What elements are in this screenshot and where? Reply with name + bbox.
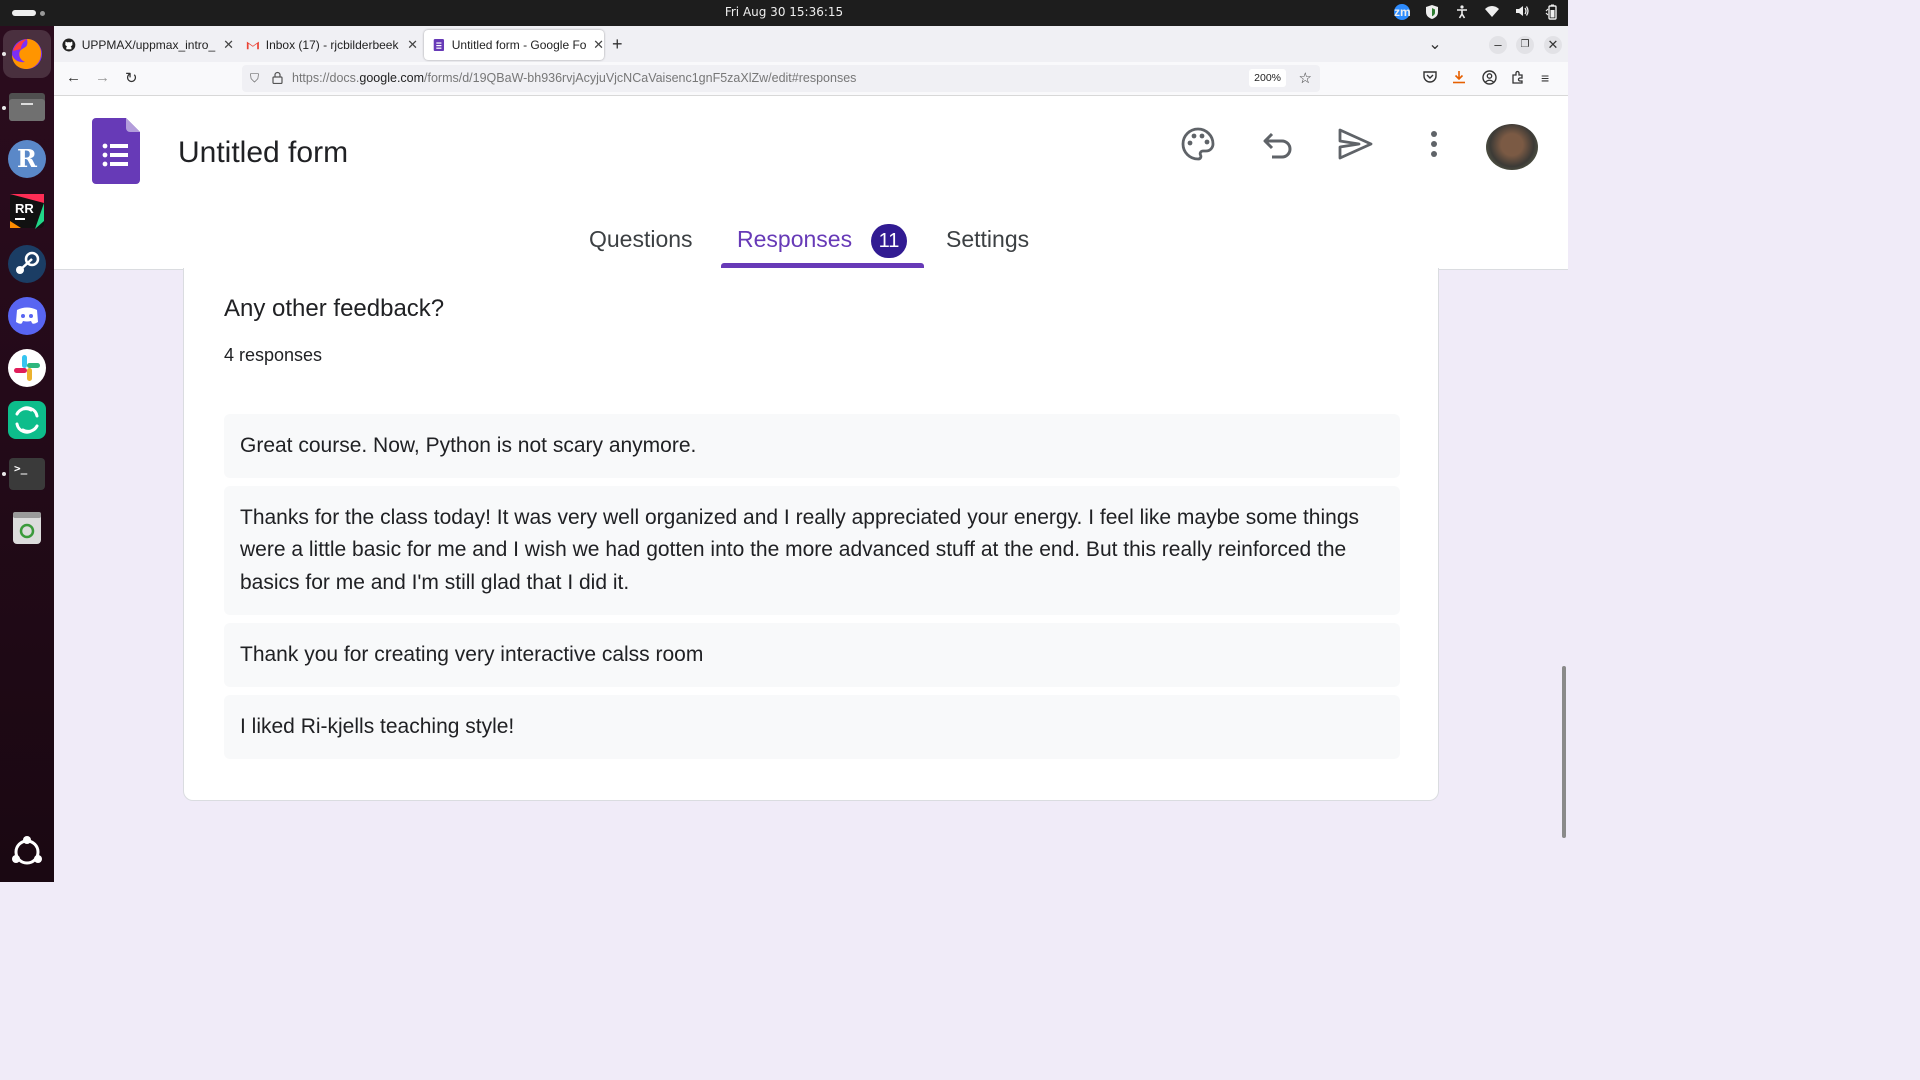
send-icon[interactable] bbox=[1337, 126, 1373, 162]
tab-label: Untitled form - Google Fo bbox=[451, 38, 587, 52]
dock-terminal[interactable]: >_ bbox=[7, 454, 47, 494]
forward-arrow-icon[interactable]: → bbox=[95, 69, 110, 86]
close-window-button[interactable]: ✕ bbox=[1544, 36, 1562, 54]
response-count: 4 responses bbox=[224, 345, 323, 365]
browser-tab-bar: UPPMAX/uppmax_intro_ ✕ Inbox (17) - rjcb… bbox=[54, 26, 1568, 62]
svg-text:R: R bbox=[17, 144, 38, 173]
minimize-button[interactable]: – bbox=[1489, 36, 1507, 54]
dock-show-apps[interactable] bbox=[7, 832, 47, 872]
terminal-icon: >_ bbox=[9, 458, 45, 490]
question-summary-card: Any other feedback? 4 responses Great co… bbox=[183, 268, 1439, 801]
tab-questions[interactable]: Questions bbox=[589, 226, 693, 253]
dock-firefox[interactable] bbox=[3, 30, 51, 78]
response-item: I liked Ri-kjells teaching style! bbox=[224, 695, 1400, 759]
forms-icon bbox=[433, 38, 445, 52]
tab-label: Inbox (17) - rjcbilderbeek bbox=[265, 38, 399, 52]
browser-tab-github[interactable]: UPPMAX/uppmax_intro_ ✕ bbox=[54, 30, 234, 60]
form-title[interactable]: Untitled form bbox=[178, 136, 348, 170]
slack-icon bbox=[8, 349, 46, 387]
form-tabs: Questions Responses 11 Settings bbox=[54, 220, 1568, 270]
zoom-icon[interactable]: zm bbox=[1394, 4, 1411, 20]
dock-rstudio[interactable]: RR bbox=[7, 191, 47, 231]
system-top-bar: Fri Aug 30 15:36:15 zm bbox=[0, 0, 1568, 26]
extensions-icon[interactable] bbox=[1511, 70, 1525, 87]
dock-trash[interactable] bbox=[7, 507, 47, 547]
browser-nav-bar: ← → ↻ ⛉ https://docs.google.com/forms/d/… bbox=[54, 62, 1568, 96]
shield-icon[interactable] bbox=[1424, 4, 1440, 20]
url-prefix: https://docs. bbox=[292, 71, 360, 85]
url-bar[interactable]: ⛉ https://docs.google.com/forms/d/19QBaW… bbox=[242, 65, 1320, 92]
github-icon bbox=[62, 38, 76, 52]
dock-steam[interactable] bbox=[7, 244, 47, 284]
avatar[interactable] bbox=[1486, 124, 1538, 170]
running-indicator bbox=[2, 472, 6, 476]
running-indicator bbox=[2, 52, 6, 56]
dock-element[interactable] bbox=[7, 400, 47, 440]
new-tab-button[interactable]: + bbox=[612, 34, 623, 55]
tab-responses[interactable]: Responses bbox=[737, 226, 852, 253]
trash-icon bbox=[13, 512, 41, 544]
back-arrow-icon[interactable]: ← bbox=[66, 69, 81, 86]
firefox-icon bbox=[12, 39, 42, 69]
discord-icon bbox=[8, 297, 46, 335]
menu-icon[interactable]: ≡ bbox=[1541, 70, 1549, 86]
system-clock[interactable]: Fri Aug 30 15:36:15 bbox=[0, 5, 1568, 19]
folder-icon bbox=[9, 93, 45, 121]
palette-icon[interactable] bbox=[1180, 126, 1216, 162]
question-title: Any other feedback? bbox=[224, 295, 445, 322]
svg-text:RR: RR bbox=[15, 201, 34, 216]
tab-settings[interactable]: Settings bbox=[946, 226, 1029, 253]
dock-slack[interactable] bbox=[7, 348, 47, 388]
close-icon[interactable]: ✕ bbox=[593, 37, 604, 53]
more-vert-icon[interactable] bbox=[1416, 126, 1452, 162]
steam-icon bbox=[8, 245, 46, 283]
lock-icon[interactable] bbox=[272, 71, 283, 87]
reload-icon[interactable]: ↻ bbox=[125, 69, 138, 87]
volume-icon[interactable] bbox=[1514, 4, 1530, 20]
tracking-shield-icon[interactable]: ⛉ bbox=[250, 71, 259, 86]
close-icon[interactable]: ✕ bbox=[223, 37, 234, 53]
element-icon bbox=[8, 401, 46, 439]
ubuntu-dock: R RR >_ bbox=[0, 26, 54, 882]
dock-r[interactable]: R bbox=[7, 139, 47, 179]
google-forms-logo-icon[interactable] bbox=[92, 118, 140, 184]
tab-label: UPPMAX/uppmax_intro_ bbox=[81, 38, 216, 52]
gmail-icon bbox=[246, 41, 259, 50]
list-tabs-button[interactable]: ⌄ bbox=[1426, 36, 1444, 54]
wifi-icon[interactable] bbox=[1484, 4, 1500, 20]
page-scrollbar[interactable] bbox=[1562, 666, 1566, 838]
undo-icon[interactable] bbox=[1260, 126, 1296, 162]
account-icon[interactable] bbox=[1482, 70, 1497, 88]
ubuntu-icon bbox=[12, 836, 42, 865]
forms-header: Untitled form Questions Responses 11 Set… bbox=[54, 96, 1568, 270]
response-item: Great course. Now, Python is not scary a… bbox=[224, 414, 1400, 478]
zoom-level[interactable]: 200% bbox=[1249, 69, 1286, 87]
accessibility-icon[interactable] bbox=[1454, 4, 1470, 20]
browser-tab-forms[interactable]: Untitled form - Google Fo ✕ bbox=[424, 30, 604, 60]
responses-count-badge: 11 bbox=[871, 224, 907, 258]
running-indicator bbox=[2, 106, 6, 110]
downloads-icon[interactable] bbox=[1452, 70, 1466, 87]
dock-discord[interactable] bbox=[7, 296, 47, 336]
response-item: Thank you for creating very interactive … bbox=[224, 623, 1400, 687]
url-text[interactable]: https://docs.google.com/forms/d/19QBaW-b… bbox=[292, 71, 856, 85]
close-icon[interactable]: ✕ bbox=[407, 37, 418, 53]
r-icon: R bbox=[8, 140, 46, 178]
pocket-icon[interactable] bbox=[1423, 70, 1437, 87]
url-domain: google.com bbox=[359, 71, 425, 85]
rstudio-icon: RR bbox=[10, 194, 44, 229]
url-path: /forms/d/19QBaW-bh936rvjAcyjuVjcNCaVaise… bbox=[424, 71, 857, 85]
browser-tab-gmail[interactable]: Inbox (17) - rjcbilderbeek ✕ bbox=[238, 30, 418, 60]
svg-text:>_: >_ bbox=[14, 462, 28, 475]
response-item: Thanks for the class today! It was very … bbox=[224, 486, 1400, 615]
bookmark-star-icon[interactable]: ☆ bbox=[1299, 69, 1312, 87]
restore-button[interactable]: ❐ bbox=[1516, 36, 1534, 54]
dock-files[interactable] bbox=[7, 86, 47, 126]
system-tray[interactable]: zm bbox=[1394, 4, 1560, 20]
battery-icon[interactable] bbox=[1544, 4, 1560, 20]
